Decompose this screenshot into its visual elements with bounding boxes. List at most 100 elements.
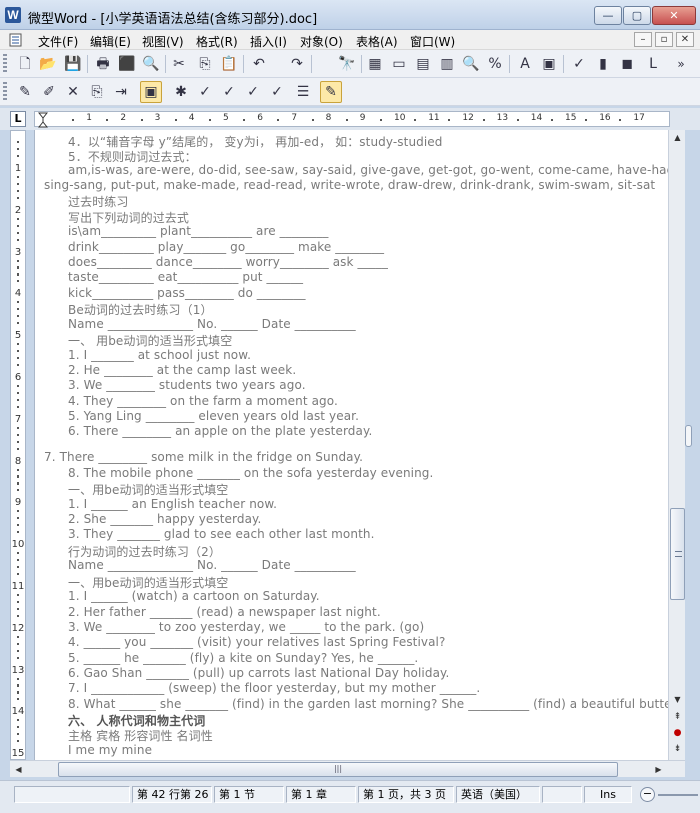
- vertical-ruler-tick: [17, 642, 19, 645]
- ruler-tick-label: 4: [188, 113, 195, 123]
- vertical-ruler-tick-label: 7: [14, 413, 22, 425]
- vertical-ruler-tick: [17, 398, 19, 401]
- print-preview-icon[interactable]: 🔍: [140, 53, 162, 75]
- vertical-ruler-tick: [17, 315, 19, 318]
- copy-doc-icon[interactable]: ⎘: [86, 81, 108, 103]
- vertical-ruler-tick: [17, 364, 19, 366]
- zoom-out-button[interactable]: −: [640, 787, 655, 802]
- word-app-icon[interactable]: W: [5, 7, 21, 23]
- find-icon[interactable]: 🔭: [336, 53, 358, 75]
- menu-insert[interactable]: 插入(I): [250, 33, 287, 50]
- document-line: 1. I ______ (watch) a cartoon on Saturda…: [68, 589, 320, 603]
- close-button[interactable]: ✕: [652, 6, 696, 25]
- doc-close-button[interactable]: ✕: [676, 32, 694, 47]
- toolbar-overflow-button[interactable]: »: [670, 53, 692, 75]
- edit-doc2-icon[interactable]: ✐: [38, 81, 60, 103]
- vertical-ruler-tick: [17, 656, 19, 659]
- status-language[interactable]: 英语（美国）: [456, 786, 540, 803]
- new-icon[interactable]: 🗋: [14, 53, 36, 75]
- doc-minimize-button[interactable]: –: [634, 32, 652, 47]
- doc-restore-button[interactable]: ▫: [655, 32, 673, 47]
- list-icon[interactable]: ☰: [292, 81, 314, 103]
- scroll-down-arrow[interactable]: ▼: [670, 692, 685, 708]
- comment-icon[interactable]: ▣: [140, 81, 162, 103]
- scroll-left-arrow[interactable]: ◀: [11, 762, 26, 777]
- vertical-ruler[interactable]: 12345678910111213141516: [10, 130, 26, 760]
- status-blank: [14, 786, 130, 803]
- ruler-tick-label: 16: [599, 113, 611, 123]
- copy-icon[interactable]: ⎘: [194, 53, 216, 75]
- next-page-button[interactable]: ⇟: [670, 742, 685, 757]
- select-browse-object-button[interactable]: ●: [670, 726, 685, 741]
- document-line: 3. We ________ to zoo yesterday, we ____…: [68, 620, 425, 634]
- toolbar-grip[interactable]: [3, 82, 7, 102]
- previous-page-button[interactable]: ⇞: [670, 710, 685, 725]
- redo-icon[interactable]: ↷: [286, 53, 308, 75]
- vertical-ruler-tick: [17, 405, 19, 408]
- move-doc-icon[interactable]: ⇥: [110, 81, 132, 103]
- vertical-ruler-tick: [17, 691, 19, 694]
- document-line: 过去时练习: [68, 195, 129, 209]
- minimize-button[interactable]: —: [594, 6, 622, 25]
- scroll-right-arrow[interactable]: ▶: [651, 762, 666, 777]
- vertical-ruler-tick: [17, 607, 19, 610]
- undo-icon[interactable]: ↶: [248, 53, 270, 75]
- mark3-icon[interactable]: ✓: [218, 81, 240, 103]
- vertical-ruler-tick: [17, 733, 19, 736]
- menu-format[interactable]: 格式(R): [196, 33, 238, 50]
- horizontal-scrollbar[interactable]: ◀ ||| ▶: [10, 760, 685, 777]
- status-page[interactable]: 第 1 页，共 3 页: [358, 786, 454, 803]
- horizontal-scroll-thumb[interactable]: |||: [58, 762, 618, 777]
- save-icon[interactable]: 💾: [62, 53, 84, 75]
- delete-doc-icon[interactable]: ✕: [62, 81, 84, 103]
- document-line: is\am_________ plant__________ are _____…: [68, 224, 329, 238]
- cut-icon[interactable]: ✂: [168, 53, 190, 75]
- tab-selector[interactable]: L: [10, 111, 26, 127]
- zoom-slider[interactable]: [658, 794, 698, 796]
- chart-icon[interactable]: ▮: [592, 53, 614, 75]
- menu-table[interactable]: 表格(A): [356, 33, 398, 50]
- maximize-button[interactable]: ▢: [623, 6, 651, 25]
- menu-object[interactable]: 对象(O): [300, 33, 343, 50]
- edit-doc-icon[interactable]: ✎: [14, 81, 36, 103]
- image-icon[interactable]: ▣: [538, 53, 560, 75]
- doc-icon[interactable]: [8, 33, 26, 47]
- symbol-icon[interactable]: L: [642, 53, 664, 75]
- textbox-icon[interactable]: ▭: [388, 53, 410, 75]
- horizontal-ruler-row: L 1 2 3 4 5 6 7 8 9 10 11 12 13 14 15 16 17: [0, 108, 700, 130]
- mark2-icon[interactable]: ✓: [194, 81, 216, 103]
- shadow-icon[interactable]: ◼: [616, 53, 638, 75]
- open-icon[interactable]: 📂: [37, 53, 59, 75]
- pdf-icon[interactable]: ⬛: [116, 53, 138, 75]
- status-section: 第 1 节: [214, 786, 284, 803]
- percent-icon[interactable]: %: [484, 53, 506, 75]
- mark5-icon[interactable]: ✓: [266, 81, 288, 103]
- scroll-up-arrow[interactable]: ▲: [670, 130, 685, 146]
- vertical-scrollbar[interactable]: ▲ ▼ ⇞ ● ⇟: [668, 130, 685, 760]
- table-insert-icon[interactable]: ▦: [364, 53, 386, 75]
- insert-mode-indicator[interactable]: Ins: [584, 786, 632, 803]
- mark4-icon[interactable]: ✓: [242, 81, 264, 103]
- page-icon[interactable]: ▤: [412, 53, 434, 75]
- font-color-icon[interactable]: A: [514, 53, 536, 75]
- spellcheck-icon[interactable]: ✓: [568, 53, 590, 75]
- paste-icon[interactable]: 📋: [218, 53, 240, 75]
- vertical-scroll-thumb[interactable]: [670, 508, 685, 600]
- document-line: sing-sang, put-put, make-made, read-read…: [44, 178, 656, 192]
- menu-view[interactable]: 视图(V): [142, 33, 184, 50]
- print-icon[interactable]: 🖶: [92, 53, 114, 75]
- split-handle[interactable]: [685, 425, 692, 447]
- menu-edit[interactable]: 编辑(E): [90, 33, 131, 50]
- vertical-ruler-tick: [17, 600, 19, 603]
- mark-icon[interactable]: ✱: [170, 81, 192, 103]
- status-line-column[interactable]: 第 42 行第 26: [132, 786, 212, 803]
- columns-icon[interactable]: ▥: [436, 53, 458, 75]
- document-page[interactable]: 4．以“辅音字母 y”结尾的， 变y为i， 再加-ed， 如：study-stu…: [34, 130, 668, 760]
- menu-file[interactable]: 文件(F): [38, 33, 78, 50]
- menu-window[interactable]: 窗口(W): [410, 33, 455, 50]
- zoom-icon[interactable]: 🔍: [460, 53, 482, 75]
- indent-marker-icon[interactable]: [37, 112, 49, 128]
- toolbar-grip[interactable]: [3, 54, 7, 74]
- horizontal-ruler[interactable]: 1 2 3 4 5 6 7 8 9 10 11 12 13 14 15 16 17: [34, 111, 670, 127]
- track-icon[interactable]: ✎: [320, 81, 342, 103]
